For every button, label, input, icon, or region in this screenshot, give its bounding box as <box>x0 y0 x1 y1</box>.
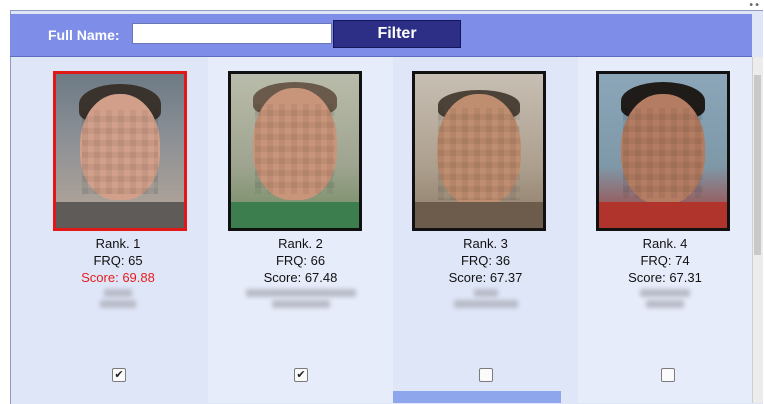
rank-label: Rank. 2 <box>278 236 323 251</box>
result-card-3: Rank. 3 FRQ: 36 Score: 67.37 <box>393 57 578 403</box>
full-name-input[interactable] <box>132 23 332 44</box>
select-checkbox-1[interactable]: ✔ <box>112 368 126 382</box>
redacted-text <box>646 300 684 308</box>
result-caption-4: Rank. 4 FRQ: 74 Score: 67.31 <box>578 235 752 308</box>
redacted-text <box>245 289 356 297</box>
result-photo-4[interactable] <box>596 71 730 231</box>
result-photo-2[interactable] <box>228 71 362 231</box>
shirt-shape <box>231 202 359 228</box>
result-photo-3[interactable] <box>412 71 546 231</box>
pixelation-overlay <box>438 108 520 200</box>
shirt-shape <box>415 202 543 228</box>
redacted-text <box>640 289 690 297</box>
redacted-text <box>104 289 132 297</box>
rank-label: Rank. 4 <box>642 236 688 251</box>
vertical-scrollbar[interactable] <box>752 57 763 403</box>
select-checkbox-2[interactable]: ✔ <box>294 368 308 382</box>
filter-button[interactable]: Filter <box>333 20 461 48</box>
redacted-text <box>271 300 330 308</box>
result-card-4: Rank. 4 FRQ: 74 Score: 67.31 <box>578 57 752 403</box>
scrollbar-thumb[interactable] <box>754 75 761 255</box>
result-card-2: Rank. 2 FRQ: 66 Score: 67.48 ✔ <box>208 57 393 403</box>
pixelation-overlay <box>623 108 703 198</box>
select-checkbox-4[interactable] <box>661 368 675 382</box>
result-caption-3: Rank. 3 FRQ: 36 Score: 67.37 <box>393 235 578 308</box>
shirt-shape <box>599 202 727 228</box>
frq-label: FRQ: 65 <box>93 253 143 268</box>
result-card-1: Rank. 1 FRQ: 65 Score: 69.88 ✔ <box>28 57 208 403</box>
redacted-text <box>453 300 518 308</box>
pixelation-overlay <box>255 104 335 194</box>
window-corner-mark: •• <box>748 0 760 11</box>
page-indicator-bar[interactable] <box>393 391 561 403</box>
result-caption-2: Rank. 2 FRQ: 66 Score: 67.48 <box>208 235 393 308</box>
redacted-text <box>473 289 498 297</box>
results-grid: Rank. 1 FRQ: 65 Score: 69.88 ✔ Rank. 2 F… <box>10 57 752 403</box>
score-label: Score: 67.37 <box>448 270 523 285</box>
result-photo-1[interactable] <box>53 71 187 231</box>
score-label: Score: 67.48 <box>263 270 338 285</box>
frq-label: FRQ: 74 <box>640 253 690 268</box>
result-caption-1: Rank. 1 FRQ: 65 Score: 69.88 <box>28 235 208 308</box>
rank-label: Rank. 1 <box>95 236 141 251</box>
rank-label: Rank. 3 <box>463 236 508 251</box>
score-label: Score: 67.31 <box>628 270 702 285</box>
frq-label: FRQ: 36 <box>460 253 511 268</box>
redacted-text <box>100 300 136 308</box>
score-label: Score: 69.88 <box>81 270 155 285</box>
frq-label: FRQ: 66 <box>275 253 326 268</box>
shirt-shape <box>56 202 184 228</box>
full-name-label: Full Name: <box>48 27 120 43</box>
pixelation-overlay <box>82 110 158 194</box>
select-checkbox-3[interactable] <box>479 368 493 382</box>
filter-bar: Full Name: Filter <box>10 14 752 57</box>
